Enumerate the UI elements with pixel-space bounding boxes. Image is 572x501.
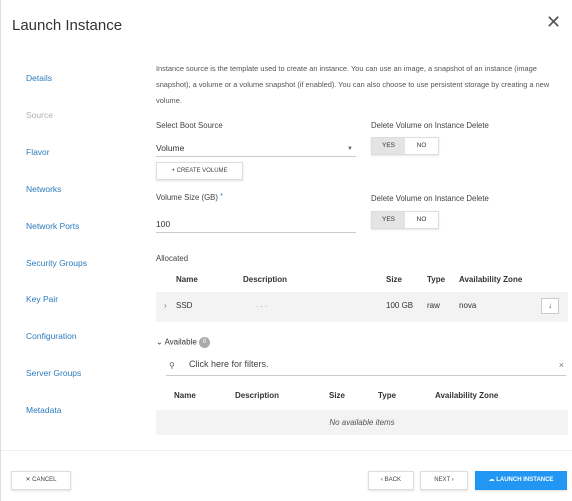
- required-marker: *: [220, 193, 223, 200]
- available-toggle[interactable]: ⌄ Available 0: [156, 337, 211, 348]
- row-type: raw: [427, 301, 440, 310]
- allocated-heading: Allocated: [156, 254, 189, 263]
- available-col-zone: Availability Zone: [435, 391, 499, 400]
- sidebar-item-security-groups[interactable]: Security Groups: [26, 258, 87, 268]
- row-zone: nova: [459, 301, 477, 310]
- sidebar-item-network-ports[interactable]: Network Ports: [26, 221, 79, 231]
- available-heading: Available: [164, 337, 197, 347]
- back-button[interactable]: ‹ BACK: [368, 471, 414, 490]
- row-description: . . .: [256, 300, 268, 309]
- next-button[interactable]: NEXT ›: [420, 471, 468, 490]
- delete-volume-toggle-2[interactable]: YES NO: [371, 211, 439, 229]
- delete-volume-label: Delete Volume on Instance Delete: [371, 121, 489, 130]
- caret-down-icon: ▼: [347, 146, 353, 152]
- launch-instance-dialog: Launch Instance ✕ Details Source Flavor …: [0, 0, 572, 501]
- launch-instance-button[interactable]: ☁ LAUNCH INSTANCE: [475, 471, 567, 490]
- sidebar-item-key-pair[interactable]: Key Pair: [26, 294, 58, 304]
- filter-input[interactable]: [189, 359, 549, 369]
- sidebar-item-server-groups[interactable]: Server Groups: [26, 368, 81, 378]
- allocated-col-description: Description: [243, 275, 288, 284]
- expand-row-icon[interactable]: ›: [164, 301, 167, 310]
- allocated-col-name: Name: [176, 275, 198, 284]
- boot-source-value: Volume: [156, 143, 185, 153]
- close-icon[interactable]: ✕: [546, 13, 561, 31]
- arrow-down-icon[interactable]: ↓: [541, 298, 559, 314]
- delete-volume-toggle[interactable]: YES NO: [371, 137, 439, 155]
- available-col-description: Description: [235, 391, 280, 400]
- clear-filter-icon[interactable]: ×: [559, 360, 564, 370]
- sidebar-item-details[interactable]: Details: [26, 73, 52, 83]
- boot-source-select[interactable]: Volume ▼: [156, 140, 356, 157]
- available-col-type: Type: [378, 391, 397, 400]
- volume-size-input[interactable]: 100: [156, 216, 356, 233]
- footer-divider: [1, 450, 572, 451]
- sidebar-item-flavor[interactable]: Flavor: [26, 147, 50, 157]
- create-volume-button[interactable]: + CREATE VOLUME: [156, 162, 243, 180]
- volume-size-label-text: Volume Size (GB): [156, 193, 218, 202]
- table-row: › SSD . . . 100 GB raw nova ↓: [156, 292, 568, 322]
- allocated-col-size: Size: [386, 275, 403, 284]
- search-icon: ⚲: [169, 361, 175, 370]
- cloud-upload-icon: ☁: [488, 477, 495, 483]
- available-col-name: Name: [174, 391, 196, 400]
- available-col-size: Size: [329, 391, 346, 400]
- row-size: 100 GB: [386, 301, 414, 310]
- row-name: SSD: [176, 301, 193, 310]
- delete-volume-label-2: Delete Volume on Instance Delete: [371, 194, 489, 203]
- launch-instance-label: LAUNCH INSTANCE: [496, 477, 554, 483]
- empty-state: No available items: [156, 410, 568, 435]
- sidebar-item-metadata[interactable]: Metadata: [26, 405, 61, 415]
- toggle-yes[interactable]: YES: [372, 138, 405, 154]
- volume-size-label: Volume Size (GB) *: [156, 193, 223, 202]
- allocated-col-type: Type: [427, 275, 446, 284]
- toggle-yes-2[interactable]: YES: [372, 212, 405, 228]
- toggle-no[interactable]: NO: [405, 138, 438, 154]
- available-count-badge: 0: [199, 337, 211, 348]
- allocated-col-zone: Availability Zone: [459, 275, 523, 284]
- filter-search: ⚲ ×: [166, 358, 566, 376]
- sidebar-item-configuration[interactable]: Configuration: [26, 331, 77, 341]
- boot-source-label: Select Boot Source: [156, 121, 223, 130]
- sidebar-item-networks[interactable]: Networks: [26, 184, 61, 194]
- cancel-button[interactable]: ✕ CANCEL: [11, 471, 71, 490]
- toggle-no-2[interactable]: NO: [405, 212, 438, 228]
- dialog-title: Launch Instance: [12, 17, 123, 34]
- sidebar-item-source[interactable]: Source: [26, 110, 53, 120]
- source-description: Instance source is the template used to …: [156, 64, 550, 105]
- chevron-down-icon: ⌄: [156, 337, 163, 347]
